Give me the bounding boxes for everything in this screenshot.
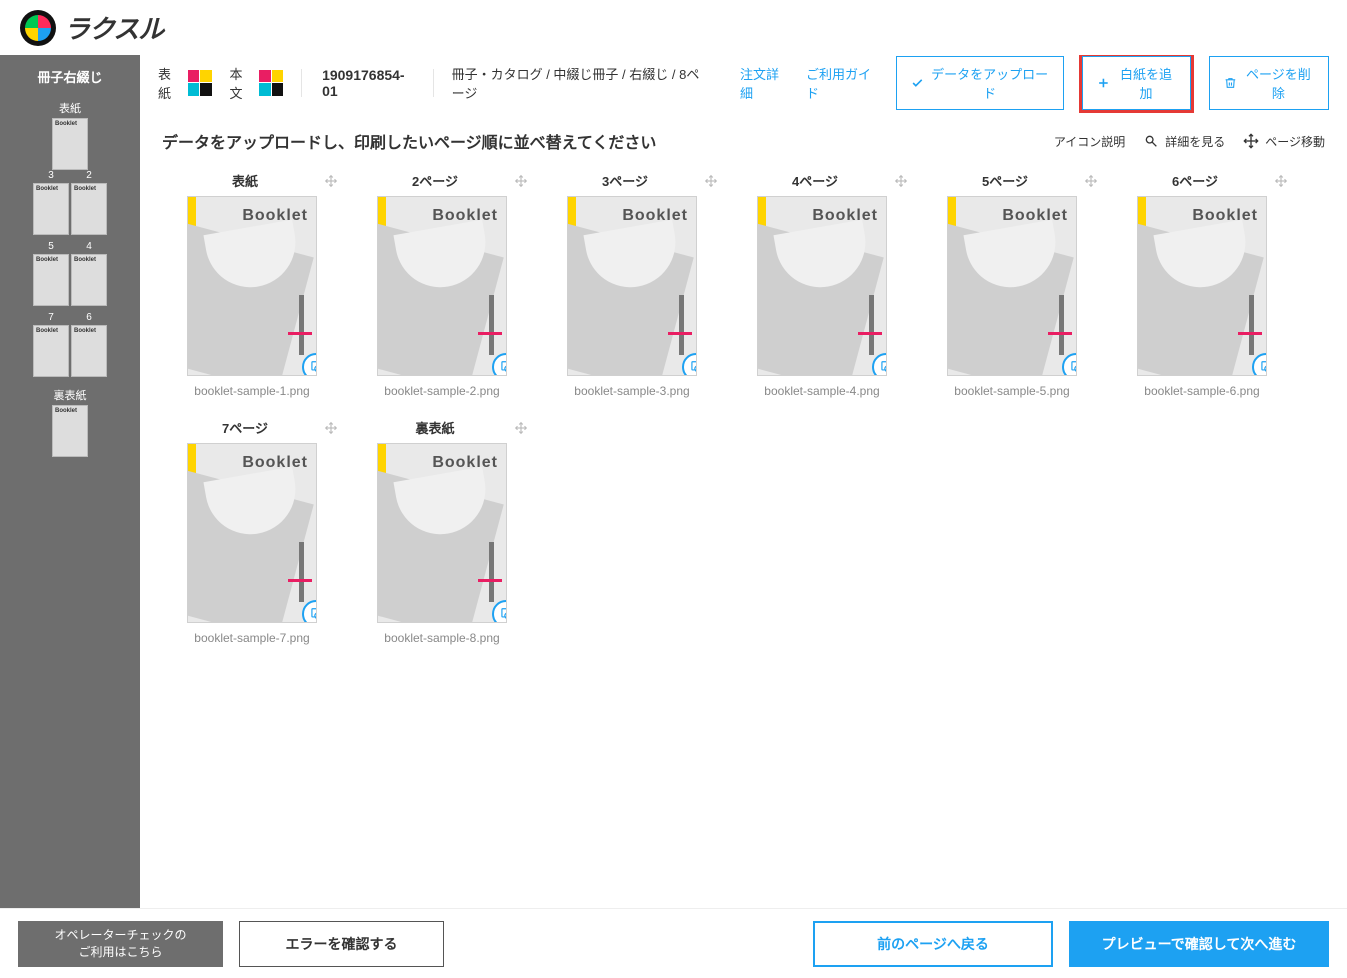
footer: オペレーターチェックの ご利用はこちら エラーを確認する 前のページへ戻る プレ… (0, 908, 1347, 978)
page-cell: 6ページ Booklet booklet-sample-6.png (1112, 169, 1292, 398)
drag-handle-icon[interactable] (514, 174, 528, 188)
page-thumbnail[interactable]: Booklet (947, 196, 1077, 376)
sidebar-thumb-4[interactable]: Booklet (71, 254, 107, 306)
page-filename: booklet-sample-4.png (732, 384, 912, 398)
content-area: 表紙 本文 1909176854-01 冊子・カタログ / 中綴じ冊子 / 右綴… (140, 55, 1347, 908)
page-cell: 2ページ Booklet booklet-sample-2.png (352, 169, 532, 398)
sidebar-thumb-2[interactable]: Booklet (71, 183, 107, 235)
brand-logo[interactable]: ラクスル (20, 9, 163, 46)
add-blank-button[interactable]: 白紙を追加 (1082, 56, 1190, 110)
page-cell: 裏表紙 Booklet booklet-sample-8.png (352, 416, 532, 645)
topbar: 表紙 本文 1909176854-01 冊子・カタログ / 中綴じ冊子 / 右綴… (140, 55, 1347, 111)
drag-handle-icon[interactable] (894, 174, 908, 188)
sidebar-thumb-cover[interactable]: Booklet (52, 118, 88, 170)
sidebar-back-label: 裏表紙 (54, 387, 87, 403)
drag-handle-icon[interactable] (514, 421, 528, 435)
instruction-row: データをアップロードし、印刷したいページ順に並べ替えてください アイコン説明 詳… (140, 111, 1347, 161)
sidebar-thumb-3[interactable]: Booklet (33, 183, 69, 235)
sidebar-thumb-7[interactable]: Booklet (33, 325, 69, 377)
zoom-icon[interactable] (682, 353, 697, 376)
move-icon (1243, 133, 1259, 149)
page-cell: 5ページ Booklet booklet-sample-5.png (922, 169, 1102, 398)
logo-mark-icon (20, 10, 56, 46)
zoom-icon[interactable] (302, 600, 317, 623)
delete-page-button[interactable]: ページを削除 (1209, 56, 1329, 110)
app-header: ラクスル (0, 0, 1347, 55)
sidebar-thumb-6[interactable]: Booklet (71, 325, 107, 377)
page-cell: 3ページ Booklet booklet-sample-3.png (542, 169, 722, 398)
sidebar-thumb-5[interactable]: Booklet (33, 254, 69, 306)
drag-handle-icon[interactable] (704, 174, 718, 188)
legend-view-detail[interactable]: 詳細を見る (1143, 133, 1225, 150)
page-title: 表紙 (166, 171, 324, 190)
operator-check-button[interactable]: オペレーターチェックの ご利用はこちら (18, 921, 223, 967)
page-cell: 表紙 Booklet booklet-sample-1.png (162, 169, 342, 398)
page-thumbnail[interactable]: Booklet (567, 196, 697, 376)
brand-name: ラクスル (64, 9, 163, 46)
page-title: 3ページ (546, 171, 704, 190)
legend-icon-desc: アイコン説明 (1054, 133, 1125, 150)
plus-icon (1097, 76, 1110, 90)
page-filename: booklet-sample-3.png (542, 384, 722, 398)
page-title: 裏表紙 (356, 418, 514, 437)
sidebar: 冊子右綴じ 表紙 Booklet 3Booklet 2Booklet 5Book… (0, 55, 140, 908)
page-title: 7ページ (166, 418, 324, 437)
drag-handle-icon[interactable] (324, 421, 338, 435)
upload-button[interactable]: データをアップロード (896, 56, 1064, 110)
sidebar-thumb-back[interactable]: Booklet (52, 405, 88, 457)
page-title: 5ページ (926, 171, 1084, 190)
legend-move-page[interactable]: ページ移動 (1243, 133, 1325, 150)
page-thumbnail[interactable]: Booklet (757, 196, 887, 376)
next-button[interactable]: プレビューで確認して次へ進む (1069, 921, 1329, 967)
page-filename: booklet-sample-5.png (922, 384, 1102, 398)
magnify-doc-icon (1143, 133, 1159, 149)
drag-handle-icon[interactable] (1274, 174, 1288, 188)
sidebar-cover-label: 表紙 (59, 100, 81, 116)
page-grid: 表紙 Booklet booklet-sample-1.png 2ページ Boo… (140, 161, 1347, 908)
cmyk-icon (259, 70, 283, 96)
guide-link[interactable]: ご利用ガイド (806, 64, 878, 102)
page-cell: 7ページ Booklet booklet-sample-7.png (162, 416, 342, 645)
zoom-icon[interactable] (492, 353, 507, 376)
body-color-toggle[interactable]: 本文 (230, 64, 284, 102)
order-detail-link[interactable]: 注文詳細 (740, 64, 788, 102)
cmyk-icon (188, 70, 212, 96)
page-thumbnail[interactable]: Booklet (377, 443, 507, 623)
breadcrumb: 冊子・カタログ / 中綴じ冊子 / 右綴じ / 8ページ (452, 64, 704, 102)
drag-handle-icon[interactable] (324, 174, 338, 188)
zoom-icon[interactable] (872, 353, 887, 376)
trash-icon (1224, 76, 1237, 90)
sidebar-pair-2: 7Booklet 6Booklet (33, 312, 107, 377)
check-icon (911, 76, 924, 90)
drag-handle-icon[interactable] (1084, 174, 1098, 188)
check-errors-button[interactable]: エラーを確認する (239, 921, 444, 967)
page-title: 2ページ (356, 171, 514, 190)
sidebar-title: 冊子右綴じ (37, 67, 102, 86)
sidebar-pair-1: 5Booklet 4Booklet (33, 241, 107, 306)
page-filename: booklet-sample-1.png (162, 384, 342, 398)
instruction-text: データをアップロードし、印刷したいページ順に並べ替えてください (162, 129, 656, 153)
cover-color-toggle[interactable]: 表紙 (158, 64, 212, 102)
back-button[interactable]: 前のページへ戻る (813, 921, 1053, 967)
page-filename: booklet-sample-2.png (352, 384, 532, 398)
page-cell: 4ページ Booklet booklet-sample-4.png (732, 169, 912, 398)
order-id: 1909176854-01 (301, 69, 434, 97)
page-filename: booklet-sample-6.png (1112, 384, 1292, 398)
page-thumbnail[interactable]: Booklet (377, 196, 507, 376)
sidebar-pair-0: 3Booklet 2Booklet (33, 170, 107, 235)
page-title: 4ページ (736, 171, 894, 190)
page-thumbnail[interactable]: Booklet (187, 196, 317, 376)
zoom-icon[interactable] (1252, 353, 1267, 376)
page-thumbnail[interactable]: Booklet (187, 443, 317, 623)
zoom-icon[interactable] (1062, 353, 1077, 376)
page-title: 6ページ (1116, 171, 1274, 190)
page-thumbnail[interactable]: Booklet (1137, 196, 1267, 376)
page-filename: booklet-sample-8.png (352, 631, 532, 645)
page-filename: booklet-sample-7.png (162, 631, 342, 645)
zoom-icon[interactable] (302, 353, 317, 376)
zoom-icon[interactable] (492, 600, 507, 623)
